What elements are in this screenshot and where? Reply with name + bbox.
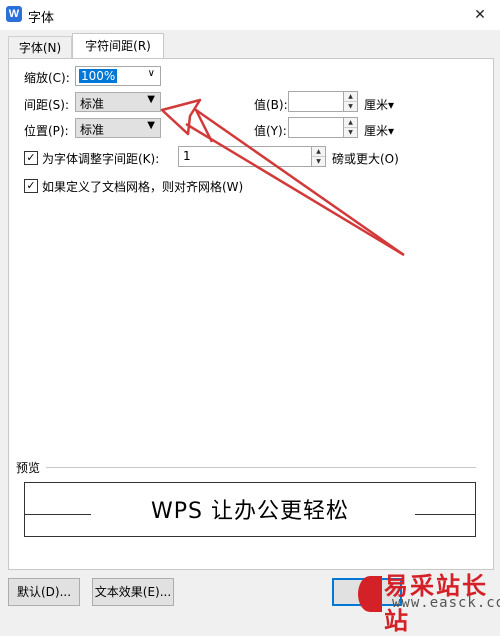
annotation-arrow [160, 98, 405, 257]
